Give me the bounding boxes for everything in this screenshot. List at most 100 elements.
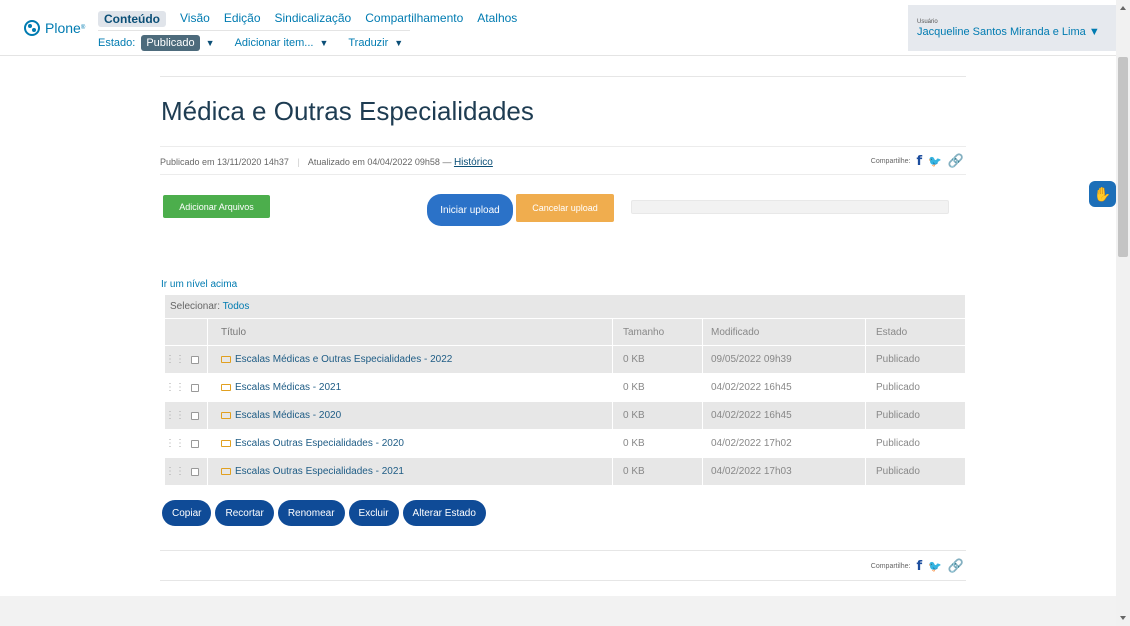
item-state: Publicado [865, 402, 965, 429]
row-checkbox[interactable] [191, 383, 199, 392]
user-label: Usuário [917, 19, 938, 25]
up-one-level-link[interactable]: Ir um nível acima [161, 279, 237, 290]
published-date: Publicado em 13/11/2020 14h37 [160, 157, 289, 167]
drag-handle-icon[interactable]: ⋮⋮ [165, 410, 185, 421]
rename-button[interactable]: Renomear [277, 500, 345, 526]
delete-button[interactable]: Excluir [348, 500, 399, 526]
select-bar: Selecionar: Todos [165, 295, 965, 318]
copy-button[interactable]: Copiar [162, 500, 212, 526]
toolbar-actions: Estado: Publicado ▼ Adicionar item... ▼ … [98, 35, 403, 51]
tab-visao[interactable]: Visão [180, 11, 210, 27]
column-header-title[interactable]: Título [207, 319, 612, 345]
logo-text: Plone [45, 20, 81, 36]
item-size: 0 KB [612, 430, 702, 457]
scrollbar-thumb[interactable] [1118, 57, 1128, 257]
table-row: ⋮⋮ Escalas Médicas - 2021 0 KB 04/02/202… [165, 373, 965, 401]
item-title-link[interactable]: Escalas Outras Especialidades - 2021 [235, 466, 404, 477]
dash: — [442, 157, 454, 167]
table-header: Título Tamanho Modificado Estado [165, 318, 965, 345]
toolbar: Plone ® Conteúdo Visão Edição Sindicaliz… [0, 0, 1116, 56]
tab-sindicalizacao[interactable]: Sindicalização [275, 11, 352, 27]
row-checkbox[interactable] [191, 467, 199, 476]
link-icon[interactable]: 🔗 [948, 153, 964, 169]
column-header-state[interactable]: Estado [865, 319, 965, 345]
link-icon[interactable]: 🔗 [948, 558, 964, 574]
row-checkbox[interactable] [191, 411, 199, 420]
share-bar-bottom: Compartilhe: f 🐦 🔗 [871, 558, 964, 574]
hand-sign-icon: ✋ [1093, 185, 1112, 202]
tab-atalhos[interactable]: Atalhos [477, 11, 517, 27]
page-footer [0, 596, 1116, 626]
plone-logo-icon [24, 20, 40, 36]
item-title-link[interactable]: Escalas Médicas e Outras Especialidades … [235, 354, 452, 365]
item-size: 0 KB [612, 458, 702, 485]
item-modified: 04/02/2022 16h45 [702, 374, 865, 401]
row-checkbox[interactable] [191, 439, 199, 448]
add-files-button[interactable]: Adicionar Arquivos [163, 195, 270, 218]
toolbar-divider [98, 30, 410, 31]
divider [160, 76, 966, 77]
scroll-down-icon[interactable] [1120, 616, 1126, 620]
user-menu[interactable]: Usuário Jacqueline Santos Miranda e Lima… [908, 5, 1116, 51]
item-size: 0 KB [612, 402, 702, 429]
drag-handle-icon[interactable]: ⋮⋮ [165, 466, 185, 477]
state-label: Estado: [98, 37, 136, 49]
accessibility-widget[interactable]: ✋ [1089, 181, 1116, 207]
drag-handle-icon[interactable]: ⋮⋮ [165, 438, 185, 449]
item-state: Publicado [865, 458, 965, 485]
folder-icon [221, 384, 231, 391]
tab-compartilhamento[interactable]: Compartilhamento [365, 11, 463, 27]
history-link[interactable]: Histórico [454, 157, 493, 168]
share-bar: Compartilhe: f 🐦 🔗 [871, 153, 964, 169]
tab-edicao[interactable]: Edição [224, 11, 261, 27]
column-header-size[interactable]: Tamanho [612, 319, 702, 345]
document-byline: Publicado em 13/11/2020 14h37 | Atualiza… [160, 146, 966, 175]
updated-date: Atualizado em 04/04/2022 09h58 [307, 157, 440, 167]
state-dropdown[interactable]: Publicado [141, 35, 200, 51]
folder-action-buttons: Copiar Recortar Renomear Excluir Alterar… [162, 500, 486, 526]
row-checkbox[interactable] [191, 355, 199, 364]
select-all-link[interactable]: Todos [223, 301, 250, 312]
upload-progress-bar [631, 200, 949, 214]
scroll-up-icon[interactable] [1120, 6, 1126, 10]
cut-button[interactable]: Recortar [215, 500, 274, 526]
item-size: 0 KB [612, 374, 702, 401]
drag-handle-icon[interactable]: ⋮⋮ [165, 354, 185, 365]
item-state: Publicado [865, 346, 965, 373]
item-state: Publicado [865, 430, 965, 457]
table-row: ⋮⋮ Escalas Outras Especialidades - 2020 … [165, 429, 965, 457]
user-name[interactable]: Jacqueline Santos Miranda e Lima ▼ [917, 26, 1116, 38]
facebook-icon[interactable]: f [916, 559, 922, 574]
item-title-link[interactable]: Escalas Outras Especialidades - 2020 [235, 438, 404, 449]
folder-icon [221, 356, 231, 363]
chevron-down-icon[interactable]: ▼ [206, 38, 215, 48]
divider [160, 580, 966, 581]
divider [160, 550, 966, 551]
cancel-upload-button[interactable]: Cancelar upload [516, 194, 614, 222]
twitter-icon[interactable]: 🐦 [928, 560, 942, 573]
share-label: Compartilhe: [870, 562, 911, 570]
translate-menu[interactable]: Traduzir [348, 37, 388, 49]
table-row: ⋮⋮ Escalas Outras Especialidades - 2021 … [165, 457, 965, 485]
tab-conteudo[interactable]: Conteúdo [98, 11, 166, 27]
column-header-modified[interactable]: Modificado [702, 319, 865, 345]
item-title-link[interactable]: Escalas Médicas - 2021 [235, 382, 341, 393]
page-scrollbar[interactable] [1116, 0, 1130, 626]
start-upload-button[interactable]: Iniciar upload [427, 194, 513, 226]
facebook-icon[interactable]: f [916, 154, 922, 169]
table-row: ⋮⋮ Escalas Médicas - 2020 0 KB 04/02/202… [165, 401, 965, 429]
select-label: Selecionar: [170, 301, 221, 312]
logo-trademark: ® [80, 25, 86, 31]
add-item-menu[interactable]: Adicionar item... [235, 37, 314, 49]
plone-logo[interactable]: Plone ® [24, 20, 85, 36]
change-state-button[interactable]: Alterar Estado [402, 500, 486, 526]
chevron-down-icon[interactable]: ▼ [394, 38, 403, 48]
item-title-link[interactable]: Escalas Médicas - 2020 [235, 410, 341, 421]
twitter-icon[interactable]: 🐦 [928, 155, 942, 168]
item-modified: 04/02/2022 17h02 [702, 430, 865, 457]
chevron-down-icon[interactable]: ▼ [319, 38, 328, 48]
share-label: Compartilhe: [870, 157, 911, 165]
folder-icon [221, 440, 231, 447]
drag-handle-icon[interactable]: ⋮⋮ [165, 382, 185, 393]
item-modified: 04/02/2022 16h45 [702, 402, 865, 429]
